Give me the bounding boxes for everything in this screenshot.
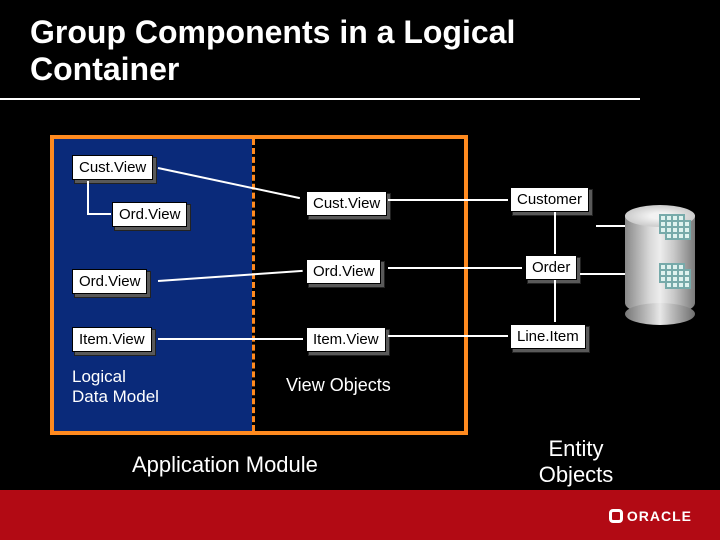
application-module-container: Cust.View Ord.View Ord.View Item.View Lo… bbox=[50, 135, 468, 435]
table-icon bbox=[659, 263, 685, 283]
table-icon bbox=[659, 214, 685, 234]
box-cust-view-vo: Cust.View bbox=[306, 191, 387, 216]
label-logical-data-model: Logical Data Model bbox=[72, 367, 159, 407]
oracle-logo-text: ORACLE bbox=[627, 508, 692, 524]
footer-bar: ORACLE bbox=[0, 490, 720, 540]
slide-title: Group Components in a Logical Container bbox=[0, 0, 640, 100]
bracket-icon: ] bbox=[704, 210, 713, 241]
label-entity-objects: Entity Objects bbox=[516, 436, 636, 488]
oracle-logo: ORACLE bbox=[609, 508, 692, 524]
box-customer-entity: Customer bbox=[510, 187, 589, 212]
dashed-divider bbox=[252, 139, 255, 431]
box-ord-view-ldm: Ord.View bbox=[72, 269, 147, 294]
label-application-module: Application Module bbox=[132, 452, 318, 478]
label-view-objects: View Objects bbox=[286, 375, 391, 396]
box-cust-view-ldm: Cust.View bbox=[72, 155, 153, 180]
oracle-logo-icon bbox=[609, 509, 623, 523]
box-ord-view-vo: Ord.View bbox=[306, 259, 381, 284]
box-lineitem-entity: Line.Item bbox=[510, 324, 586, 349]
box-order-entity: Order bbox=[525, 255, 577, 280]
diagram-stage: ] ] Cust.View Ord.View Ord.View Item.Vie… bbox=[0, 110, 720, 540]
bracket-icon: ] bbox=[704, 259, 713, 290]
box-ord-view-ldm-child: Ord.View bbox=[112, 202, 187, 227]
box-item-view-ldm: Item.View bbox=[72, 327, 152, 352]
box-item-view-vo: Item.View bbox=[306, 327, 386, 352]
